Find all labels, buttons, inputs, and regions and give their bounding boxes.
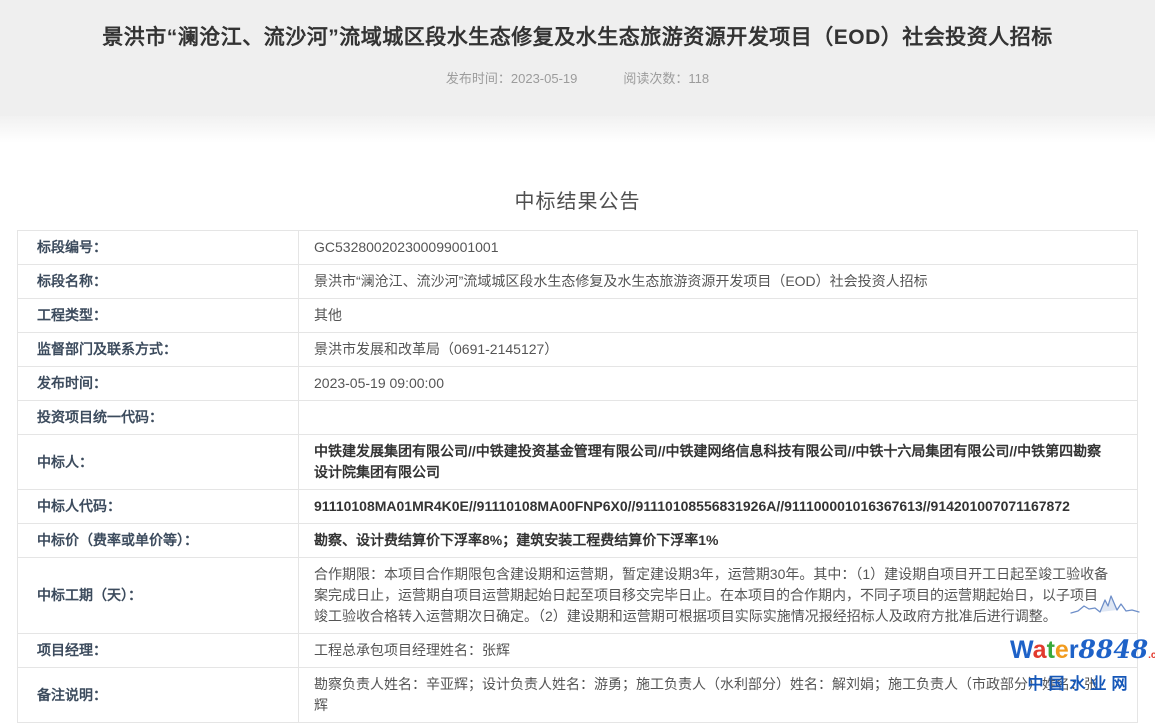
table-row: 中标人代码：91110108MA01MR4K0E//91110108MA00FN…: [18, 490, 1138, 524]
row-label: 中标人代码：: [18, 490, 299, 524]
table-row: 中标人：中铁建发展集团有限公司//中铁建投资基金管理有限公司//中铁建网络信息科…: [18, 435, 1138, 490]
table-row: 项目经理：工程总承包项目经理姓名：张辉: [18, 634, 1138, 668]
row-label: 项目经理：: [18, 634, 299, 668]
row-value: 景洪市“澜沧江、流沙河”流域城区段水生态修复及水生态旅游资源开发项目（EOD）社…: [299, 265, 1138, 299]
row-value: [299, 401, 1138, 435]
table-row: 发布时间：2023-05-19 09:00:00: [18, 367, 1138, 401]
row-value: 其他: [299, 299, 1138, 333]
read-count-value: 118: [688, 71, 709, 86]
row-label: 工程类型：: [18, 299, 299, 333]
row-label: 投资项目统一代码：: [18, 401, 299, 435]
read-count-label: 阅读次数：: [623, 71, 688, 86]
row-value: GC532800202300099001001: [299, 231, 1138, 265]
row-value: 中铁建发展集团有限公司//中铁建投资基金管理有限公司//中铁建网络信息科技有限公…: [299, 435, 1138, 490]
read-count: 阅读次数：118: [623, 68, 709, 87]
table-row: 中标工期（天）：合作期限：本项目合作期限包含建设期和运营期，暂定建设期3年，运营…: [18, 558, 1138, 634]
publish-time-label: 发布时间：: [446, 71, 511, 86]
table-row: 工程类型：其他: [18, 299, 1138, 333]
publish-time-value: 2023-05-19: [511, 71, 578, 86]
logo-site-name: 中国水业网: [1010, 670, 1150, 694]
row-value: 勘察、设计费结算价下浮率8%；建筑安装工程费结算价下浮率1%: [299, 524, 1138, 558]
row-label: 备注说明：: [18, 668, 299, 723]
row-label: 发布时间：: [18, 367, 299, 401]
table-row: 标段名称：景洪市“澜沧江、流沙河”流域城区段水生态修复及水生态旅游资源开发项目（…: [18, 265, 1138, 299]
row-label: 标段编号：: [18, 231, 299, 265]
water8848-logo[interactable]: Water8848.com 中国水业网: [1010, 594, 1150, 694]
table-row: 监督部门及联系方式：景洪市发展和改革局（0691-2145127）: [18, 333, 1138, 367]
table-row: 备注说明：勘察负责人姓名：辛亚辉；设计负责人姓名：游勇；施工负责人（水利部分）姓…: [18, 668, 1138, 723]
row-label: 中标价（费率或单价等）：: [18, 524, 299, 558]
table-row: 标段编号：GC532800202300099001001: [18, 231, 1138, 265]
article-title: 景洪市“澜沧江、流沙河”流域城区段水生态修复及水生态旅游资源开发项目（EOD）社…: [0, 21, 1155, 51]
row-value: 景洪市发展和改革局（0691-2145127）: [299, 333, 1138, 367]
logo-water-text: Water: [1010, 636, 1079, 664]
mountain-icon: [1070, 594, 1140, 615]
row-value: 91110108MA01MR4K0E//91110108MA00FNP6X0//…: [299, 490, 1138, 524]
article-header: 景洪市“澜沧江、流沙河”流域城区段水生态修复及水生态旅游资源开发项目（EOD）社…: [0, 0, 1155, 116]
page: 景洪市“澜沧江、流沙河”流域城区段水生态修复及水生态旅游资源开发项目（EOD）社…: [0, 0, 1155, 723]
header-fade: [0, 116, 1155, 143]
row-label: 标段名称：: [18, 265, 299, 299]
bid-result-table: 标段编号：GC532800202300099001001标段名称：景洪市“澜沧江…: [17, 230, 1138, 723]
logo-number-text: 8848: [1079, 635, 1149, 664]
logo-wordmark: Water8848.com: [1010, 636, 1150, 669]
row-label: 监督部门及联系方式：: [18, 333, 299, 367]
publish-time: 发布时间：2023-05-19: [446, 68, 578, 87]
table-row: 投资项目统一代码：: [18, 401, 1138, 435]
row-label: 中标人：: [18, 435, 299, 490]
article-meta: 发布时间：2023-05-19 阅读次数：118: [0, 68, 1155, 87]
table-row: 中标价（费率或单价等）：勘察、设计费结算价下浮率8%；建筑安装工程费结算价下浮率…: [18, 524, 1138, 558]
row-value: 2023-05-19 09:00:00: [299, 367, 1138, 401]
row-label: 中标工期（天）：: [18, 558, 299, 634]
logo-domain-suffix: .com: [1148, 650, 1155, 661]
announcement-title: 中标结果公告: [0, 185, 1155, 214]
